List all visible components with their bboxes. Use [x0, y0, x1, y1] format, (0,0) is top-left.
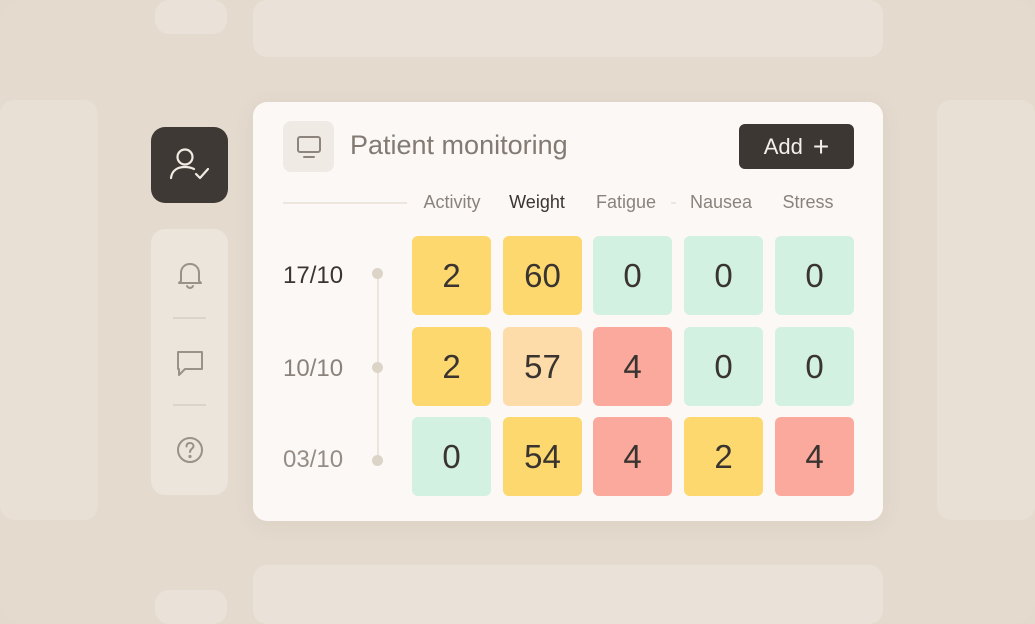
metric-cell[interactable]: 2	[412, 327, 491, 406]
row-date: 10/10	[283, 355, 344, 382]
column-header-weight: Weight	[492, 192, 582, 213]
help-button[interactable]	[151, 430, 228, 470]
metric-cell[interactable]: 4	[593, 327, 672, 406]
app-frame: Patient monitoring Add + Activity Weight…	[0, 0, 1035, 624]
sidebar-panel	[151, 229, 228, 495]
metric-cell[interactable]: 0	[593, 236, 672, 315]
messages-button[interactable]	[151, 343, 228, 383]
metric-cell[interactable]: 57	[503, 327, 582, 406]
monitor-icon	[283, 121, 334, 172]
background-ghost	[253, 0, 883, 57]
chat-icon	[176, 351, 203, 376]
metric-cell[interactable]: 54	[503, 417, 582, 496]
help-icon	[176, 437, 203, 463]
patient-monitoring-card: Patient monitoring Add + Activity Weight…	[253, 102, 883, 521]
metric-cell[interactable]: 0	[684, 327, 763, 406]
column-header-stress: Stress	[763, 192, 853, 213]
add-button-label: Add	[763, 133, 803, 159]
add-button[interactable]: Add +	[739, 124, 854, 169]
sidebar-divider	[173, 404, 206, 406]
row-date: 17/10	[283, 262, 344, 289]
header-rule	[283, 202, 411, 204]
bell-icon	[177, 263, 202, 289]
background-ghost	[0, 100, 98, 520]
column-header-fatigue: Fatigue	[581, 192, 671, 213]
metric-cell[interactable]: 4	[593, 417, 672, 496]
metric-cell[interactable]: 0	[684, 236, 763, 315]
user-check-button[interactable]	[151, 127, 228, 203]
timeline-dot	[372, 362, 383, 373]
column-header-nausea: Nausea	[676, 192, 766, 213]
metric-cell[interactable]: 2	[412, 236, 491, 315]
notifications-button[interactable]	[151, 255, 228, 295]
background-ghost	[937, 100, 1035, 520]
plus-icon: +	[812, 130, 830, 162]
background-ghost	[155, 590, 227, 624]
metric-cell[interactable]: 2	[684, 417, 763, 496]
metric-cell[interactable]: 0	[775, 327, 854, 406]
metric-cell[interactable]: 4	[775, 417, 854, 496]
column-header-activity: Activity	[407, 192, 497, 213]
sidebar-divider	[173, 317, 206, 319]
timeline-dot	[372, 455, 383, 466]
page-title: Patient monitoring	[350, 130, 568, 160]
timeline-dot	[372, 268, 383, 279]
user-check-icon	[169, 148, 209, 180]
row-date: 03/10	[283, 446, 344, 473]
metric-cell[interactable]: 60	[503, 236, 582, 315]
background-ghost	[155, 0, 227, 34]
background-ghost	[253, 565, 883, 624]
metric-cell[interactable]: 0	[775, 236, 854, 315]
metric-cell[interactable]: 0	[412, 417, 491, 496]
